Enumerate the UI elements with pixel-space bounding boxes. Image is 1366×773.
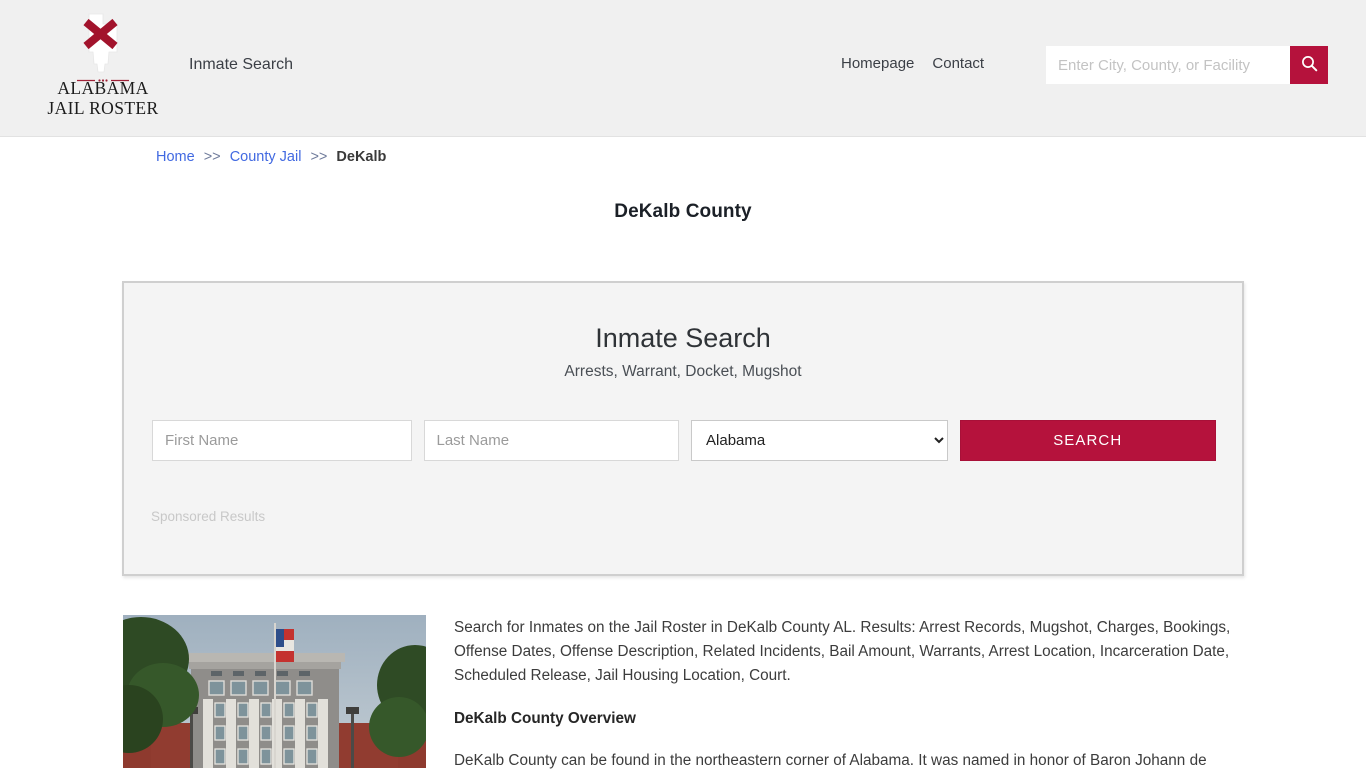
breadcrumb-separator: >> (310, 149, 328, 165)
panel-subheading: Arrests, Warrant, Docket, Mugshot (564, 363, 802, 380)
header-search-input[interactable] (1046, 46, 1290, 84)
breadcrumb-item-current: DeKalb (336, 149, 387, 165)
intro-paragraph: Search for Inmates on the Jail Roster in… (454, 619, 1231, 684)
breadcrumb-item-county-jail[interactable]: County Jail (230, 149, 302, 165)
overview-paragraph: DeKalb County can be found in the northe… (454, 752, 1207, 769)
inmate-search-form: Alabama SEARCH (152, 420, 1216, 461)
alabama-state-flag-logo-icon (75, 12, 131, 82)
header-search-button[interactable] (1290, 46, 1328, 84)
inmate-search-panel: Inmate Search Arrests, Warrant, Docket, … (122, 281, 1244, 576)
first-name-input[interactable] (152, 420, 412, 461)
courthouse-photo (123, 615, 426, 768)
breadcrumb: Home >> County Jail >> DeKalb (156, 149, 386, 165)
sponsored-results-label: Sponsored Results (151, 509, 266, 524)
header-search-bar (1046, 46, 1328, 84)
last-name-input[interactable] (423, 420, 680, 461)
site-logo[interactable]: ALABAMA JAIL ROSTER (44, 12, 162, 118)
search-submit-button[interactable]: SEARCH (959, 420, 1216, 461)
overview-heading: DeKalb County Overview (454, 710, 636, 727)
site-header: ALABAMA JAIL ROSTER Inmate Search Homepa… (0, 0, 1366, 137)
brand-name-line2: JAIL ROSTER (47, 98, 159, 118)
breadcrumb-separator: >> (203, 149, 221, 165)
search-icon (1301, 55, 1318, 75)
content-body: Search for Inmates on the Jail Roster in… (454, 616, 1244, 773)
breadcrumb-item-home[interactable]: Home (156, 149, 195, 165)
header-nav-links: Homepage Contact (841, 55, 984, 72)
state-select[interactable]: Alabama (691, 420, 948, 461)
panel-heading: Inmate Search (595, 323, 771, 353)
nav-inmate-search[interactable]: Inmate Search (189, 56, 293, 74)
nav-link-homepage[interactable]: Homepage (841, 55, 914, 72)
nav-link-contact[interactable]: Contact (932, 55, 984, 72)
page-title: DeKalb County (614, 201, 752, 222)
